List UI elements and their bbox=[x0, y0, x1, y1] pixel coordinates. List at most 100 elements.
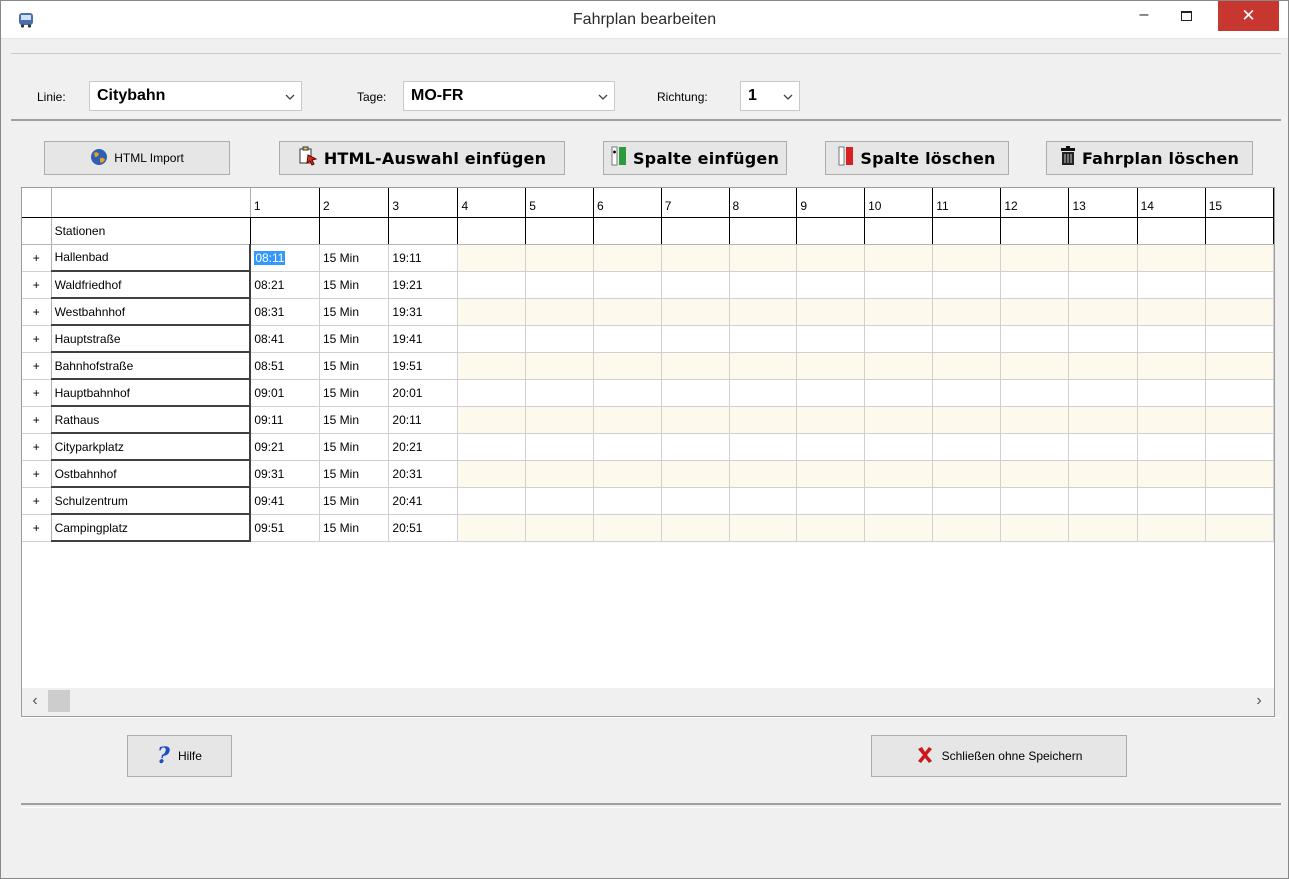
column-subheader-cell[interactable] bbox=[525, 217, 595, 245]
timetable-cell[interactable] bbox=[457, 325, 527, 353]
timetable-cell[interactable] bbox=[1000, 433, 1070, 461]
timetable-cell[interactable] bbox=[661, 352, 730, 380]
timetable-cell[interactable] bbox=[1137, 460, 1206, 488]
column-number-header[interactable]: 15 bbox=[1205, 188, 1274, 218]
timetable-cell[interactable] bbox=[864, 379, 934, 407]
table-row[interactable]: + Rathaus 09:11 15 Min 20:11 bbox=[22, 406, 1274, 434]
timetable-cell[interactable] bbox=[729, 325, 798, 353]
timetable-cell[interactable]: 20:11 bbox=[388, 406, 459, 434]
expand-row-icon[interactable]: + bbox=[22, 406, 52, 434]
timetable-cell[interactable] bbox=[864, 298, 934, 326]
horizontal-scrollbar[interactable]: ‹ › bbox=[22, 688, 1274, 716]
timetable-cell[interactable] bbox=[932, 325, 1002, 353]
timetable-cell[interactable]: 19:41 bbox=[388, 325, 459, 353]
timetable-cell[interactable] bbox=[729, 406, 798, 434]
html-import-button[interactable]: HTML Import bbox=[44, 141, 230, 175]
timetable-cell[interactable] bbox=[864, 433, 934, 461]
expand-row-icon[interactable]: + bbox=[22, 352, 52, 380]
timetable-cell[interactable]: 09:21 bbox=[250, 433, 320, 461]
timetable-cell[interactable] bbox=[1068, 433, 1138, 461]
hilfe-button[interactable]: ? Hilfe bbox=[127, 735, 232, 777]
timetable-cell[interactable] bbox=[661, 460, 730, 488]
timetable-cell[interactable] bbox=[864, 352, 934, 380]
timetable-cell[interactable] bbox=[729, 460, 798, 488]
column-subheader-cell[interactable] bbox=[729, 217, 798, 245]
timetable-cell[interactable] bbox=[932, 379, 1002, 407]
timetable-cell[interactable] bbox=[661, 514, 730, 542]
timetable-cell[interactable] bbox=[1068, 406, 1138, 434]
timetable-cell[interactable] bbox=[593, 487, 662, 515]
timetable-cell[interactable] bbox=[1137, 352, 1206, 380]
timetable-cell[interactable] bbox=[661, 406, 730, 434]
timetable-cell[interactable] bbox=[1205, 433, 1274, 461]
timetable-cell[interactable] bbox=[796, 487, 866, 515]
timetable-cell[interactable] bbox=[796, 325, 866, 353]
timetable-cell[interactable] bbox=[593, 352, 662, 380]
timetable-cell[interactable] bbox=[525, 406, 595, 434]
timetable-cell[interactable] bbox=[796, 406, 866, 434]
timetable-cell[interactable] bbox=[525, 298, 595, 326]
column-subheader-cell[interactable] bbox=[864, 217, 934, 245]
table-row[interactable]: + Hallenbad 08:11 15 Min 19:11 bbox=[22, 244, 1274, 272]
station-name-cell[interactable]: Bahnhofstraße bbox=[51, 352, 252, 380]
schliessen-ohne-speichern-button[interactable]: Schließen ohne Speichern bbox=[871, 735, 1127, 777]
timetable-cell[interactable] bbox=[1137, 379, 1206, 407]
html-auswahl-einfuegen-button[interactable]: HTML-Auswahl einfügen bbox=[279, 141, 565, 175]
table-row[interactable]: + Campingplatz 09:51 15 Min 20:51 bbox=[22, 514, 1274, 542]
timetable-cell[interactable] bbox=[525, 379, 595, 407]
expand-row-icon[interactable]: + bbox=[22, 514, 52, 542]
timetable-cell[interactable] bbox=[796, 379, 866, 407]
station-name-cell[interactable]: Ostbahnhof bbox=[51, 460, 252, 488]
expand-row-icon[interactable]: + bbox=[22, 298, 52, 326]
column-number-header[interactable]: 13 bbox=[1068, 188, 1138, 218]
timetable-cell[interactable] bbox=[457, 433, 527, 461]
timetable-cell[interactable]: 15 Min bbox=[319, 487, 390, 515]
table-row[interactable]: + Hauptbahnhof 09:01 15 Min 20:01 bbox=[22, 379, 1274, 407]
timetable-cell[interactable]: 09:31 bbox=[250, 460, 320, 488]
timetable-cell[interactable]: 15 Min bbox=[319, 433, 390, 461]
linie-select[interactable]: Citybahn bbox=[89, 81, 302, 111]
timetable-cell[interactable] bbox=[932, 298, 1002, 326]
table-row[interactable]: + Westbahnhof 08:31 15 Min 19:31 bbox=[22, 298, 1274, 326]
fahrplan-loeschen-button[interactable]: Fahrplan löschen bbox=[1046, 141, 1253, 175]
timetable-cell[interactable]: 19:21 bbox=[388, 271, 459, 299]
timetable-cell[interactable] bbox=[1000, 460, 1070, 488]
timetable-cell[interactable] bbox=[729, 352, 798, 380]
expand-row-icon[interactable]: + bbox=[22, 325, 52, 353]
timetable-cell[interactable]: 19:11 bbox=[388, 244, 459, 272]
column-subheader-cell[interactable] bbox=[250, 217, 320, 245]
timetable-cell[interactable]: 15 Min bbox=[319, 514, 390, 542]
scroll-left-icon[interactable]: ‹ bbox=[24, 688, 46, 716]
column-subheader-cell[interactable] bbox=[932, 217, 1002, 245]
timetable-cell[interactable] bbox=[1205, 244, 1274, 272]
timetable-cell[interactable]: 15 Min bbox=[319, 244, 390, 272]
chevron-down-icon[interactable] bbox=[777, 82, 799, 110]
timetable-cell[interactable] bbox=[1000, 514, 1070, 542]
timetable-table[interactable]: 1 2 3 4 5 6 7 8 9 10 11 12 13 14 15 Stationen + Hallenbad… bbox=[22, 188, 1274, 542]
tage-select[interactable]: MO-FR bbox=[403, 81, 615, 111]
column-number-header[interactable]: 11 bbox=[932, 188, 1002, 218]
timetable-cell[interactable] bbox=[1000, 352, 1070, 380]
timetable-cell[interactable] bbox=[932, 487, 1002, 515]
expand-row-icon[interactable]: + bbox=[22, 244, 52, 272]
timetable-cell[interactable] bbox=[525, 244, 595, 272]
timetable-cell[interactable]: 15 Min bbox=[319, 352, 390, 380]
timetable-cell[interactable] bbox=[593, 406, 662, 434]
timetable-cell[interactable] bbox=[1068, 379, 1138, 407]
timetable-cell[interactable]: 20:21 bbox=[388, 433, 459, 461]
timetable-cell[interactable]: 19:51 bbox=[388, 352, 459, 380]
expand-row-icon[interactable]: + bbox=[22, 271, 52, 299]
column-subheader-cell[interactable] bbox=[593, 217, 662, 245]
timetable-cell[interactable] bbox=[1205, 271, 1274, 299]
timetable-cell[interactable] bbox=[525, 325, 595, 353]
maximize-button[interactable] bbox=[1171, 2, 1201, 28]
timetable-cell[interactable]: 20:51 bbox=[388, 514, 459, 542]
timetable-cell[interactable] bbox=[1137, 514, 1206, 542]
timetable-cell[interactable] bbox=[1137, 406, 1206, 434]
timetable-cell[interactable]: 08:21 bbox=[250, 271, 320, 299]
station-name-cell[interactable]: Cityparkplatz bbox=[51, 433, 252, 461]
column-number-header[interactable]: 14 bbox=[1137, 188, 1206, 218]
table-row[interactable]: + Ostbahnhof 09:31 15 Min 20:31 bbox=[22, 460, 1274, 488]
timetable-cell[interactable] bbox=[796, 271, 866, 299]
column-number-header[interactable]: 1 bbox=[250, 188, 320, 218]
